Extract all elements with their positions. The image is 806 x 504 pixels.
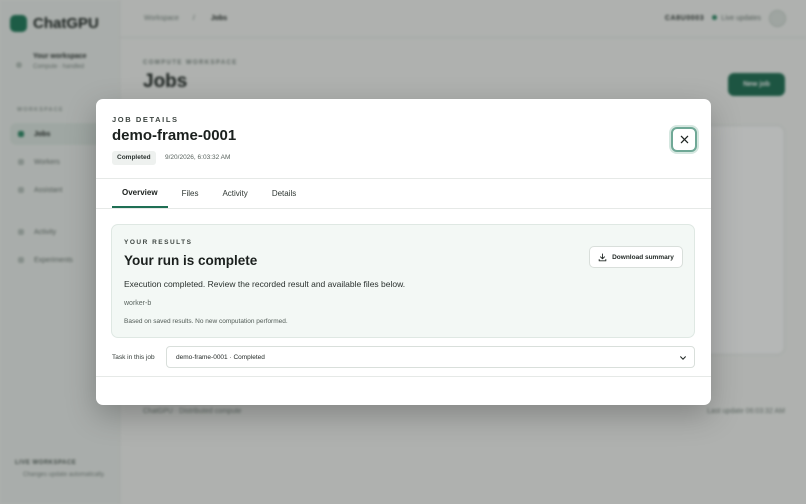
results-description: Execution completed. Review the recorded… xyxy=(124,279,406,289)
chevron-down-icon xyxy=(680,356,686,360)
tabs-divider xyxy=(96,208,711,209)
dialog-tabs: Overview Files Activity Details xyxy=(112,179,695,209)
results-card: YOUR RESULTS Your run is complete Execut… xyxy=(111,224,695,338)
dialog-title: demo-frame-0001 xyxy=(112,127,237,144)
close-icon xyxy=(680,135,688,144)
footer-divider xyxy=(96,376,711,377)
close-button[interactable] xyxy=(671,127,697,152)
download-summary-label: Download summary xyxy=(612,253,674,261)
worker-name: worker-b xyxy=(124,300,152,307)
status-badge: Completed xyxy=(112,151,156,165)
task-select-label: Task in this job xyxy=(112,354,155,361)
tab-files[interactable]: Files xyxy=(172,179,209,208)
tab-details[interactable]: Details xyxy=(262,179,306,208)
tab-overview[interactable]: Overview xyxy=(112,179,168,208)
results-eyebrow: YOUR RESULTS xyxy=(124,239,193,246)
dialog-eyebrow: JOB DETAILS xyxy=(112,115,179,124)
task-select[interactable]: demo-frame-0001 · Completed xyxy=(166,346,695,368)
results-note: Based on saved results. No new computati… xyxy=(124,318,288,325)
download-summary-button[interactable]: Download summary xyxy=(589,246,683,268)
job-details-dialog: JOB DETAILS demo-frame-0001 Completed 9/… xyxy=(96,99,711,405)
download-icon xyxy=(598,252,607,261)
results-title: Your run is complete xyxy=(124,253,258,268)
task-select-value: demo-frame-0001 · Completed xyxy=(176,354,265,361)
tab-activity[interactable]: Activity xyxy=(212,179,257,208)
job-timestamp: 9/20/2026, 6:03:32 AM xyxy=(165,154,231,161)
